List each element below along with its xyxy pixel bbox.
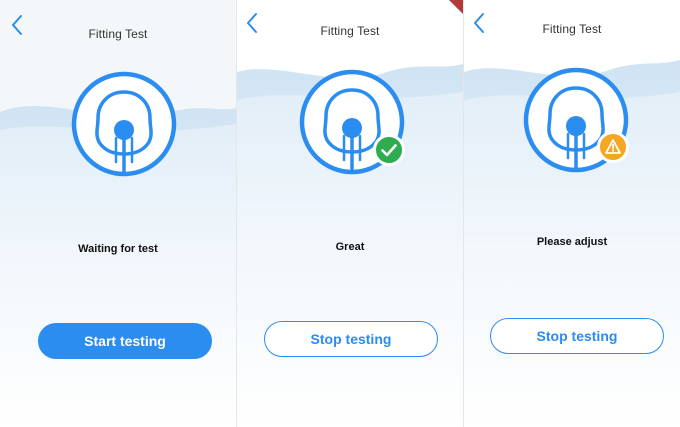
mask-fit-icon — [70, 70, 178, 178]
page-title: Fitting Test — [542, 22, 602, 36]
status-text: Please adjust — [536, 236, 608, 248]
status-text: Waiting for test — [78, 243, 158, 255]
check-icon — [373, 134, 405, 166]
stop-testing-button[interactable]: Stop testing — [264, 321, 438, 357]
status-text: Great — [335, 241, 365, 253]
wave-background — [464, 0, 680, 427]
wave-background — [237, 0, 463, 427]
top-bar: Fitting Test — [0, 0, 236, 44]
start-testing-button[interactable]: Start testing — [38, 323, 212, 359]
page-title: Fitting Test — [88, 27, 148, 41]
top-bar: Fitting Test — [237, 0, 463, 44]
screen-great: Fitting Test Great Stop testing — [237, 0, 464, 427]
screen-please-adjust: Fitting Test Please adjust Stop testing — [464, 0, 680, 427]
warning-icon — [597, 131, 629, 163]
top-bar: Fitting Test — [464, 0, 680, 44]
stop-testing-button[interactable]: Stop testing — [490, 318, 664, 354]
screen-waiting: Fitting Test Waiting for test Start test… — [0, 0, 237, 427]
page-title: Fitting Test — [320, 24, 380, 38]
wave-background — [0, 0, 236, 427]
